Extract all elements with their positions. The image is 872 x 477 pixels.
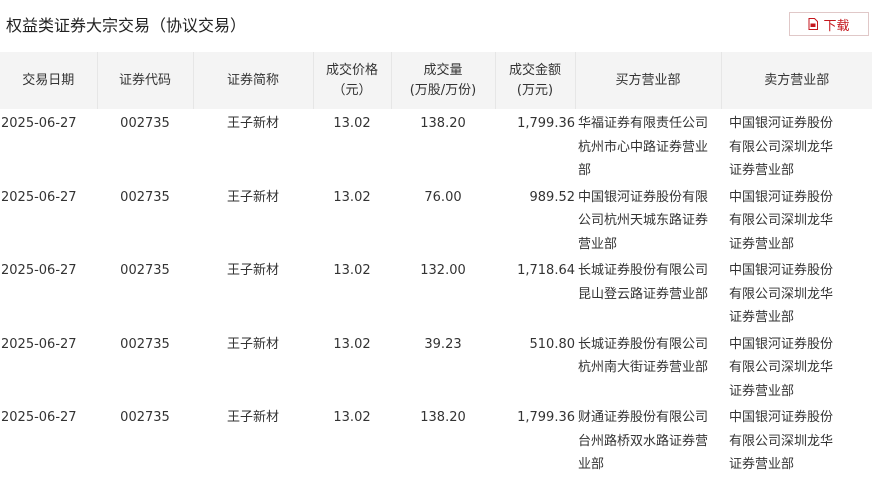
download-label: 下载 (823, 18, 850, 34)
cell-seller: 中国银河证券股份有限公司深圳龙华证券营业部 (729, 263, 834, 325)
cell-code: 002735 (120, 336, 170, 352)
page-title: 权益类证券大宗交易（协议交易） (6, 16, 247, 35)
col-header-volume[interactable]: 成交量 (万股/万份) (391, 52, 496, 109)
cell-name: 王子新材 (226, 410, 279, 425)
cell-name: 王子新材 (226, 189, 279, 205)
table-row: 2025-06-27 002735 王子新材 13.02 138.20 1,79… (0, 109, 872, 183)
cell-code: 002735 (120, 116, 170, 131)
col-header-date[interactable]: 交易日期 (0, 52, 98, 109)
cell-date: 2025-06-27 (1, 189, 77, 205)
cell-buyer: 中国银河证券股份有限公司杭州天城东路证券营业部 (578, 189, 709, 252)
cell-amount: 1,799.36 (517, 410, 575, 425)
pdf-download-icon (808, 18, 819, 30)
table-row: 2025-06-27 002735 王子新材 13.02 39.23 510.8… (0, 330, 872, 404)
cell-price: 13.02 (333, 410, 371, 425)
cell-volume: 138.20 (420, 116, 466, 131)
cell-amount: 510.80 (529, 336, 576, 352)
cell-name: 王子新材 (226, 263, 279, 278)
col-header-seller[interactable]: 卖方营业部 (721, 52, 872, 109)
cell-amount: 1,799.36 (517, 116, 575, 131)
cell-buyer: 长城证券股份有限公司杭州南大街证券营业部 (578, 336, 709, 376)
cell-buyer: 长城证券股份有限公司昆山登云路证券营业部 (578, 263, 709, 302)
cell-date: 2025-06-27 (1, 410, 77, 425)
table-row: 2025-06-27 002735 王子新材 13.02 132.00 1,71… (0, 256, 872, 330)
page-header: 权益类证券大宗交易（协议交易） 下载 (0, 0, 872, 48)
cell-name: 王子新材 (226, 336, 279, 352)
table-header-row: 交易日期 证券代码 证券简称 成交价格 （元） 成交量 (万股/万份) 成交金额 (万… (0, 52, 872, 109)
cell-code: 002735 (120, 410, 170, 425)
cell-code: 002735 (120, 189, 170, 205)
cell-price: 13.02 (333, 189, 371, 205)
cell-date: 2025-06-27 (1, 336, 77, 352)
col-header-buyer[interactable]: 买方营业部 (575, 52, 722, 109)
cell-seller: 中国银河证券股份有限公司深圳龙华证券营业部 (729, 336, 834, 399)
cell-price: 13.02 (333, 116, 371, 131)
cell-price: 13.02 (333, 336, 371, 352)
col-header-name[interactable]: 证券简称 (193, 52, 314, 109)
cell-volume: 138.20 (420, 410, 466, 425)
cell-date: 2025-06-27 (1, 263, 77, 278)
cell-name: 王子新材 (226, 116, 279, 131)
table-row: 2025-06-27 002735 王子新材 13.02 76.00 989.5… (0, 183, 872, 257)
col-header-price[interactable]: 成交价格 （元） (313, 52, 392, 109)
col-header-code[interactable]: 证券代码 (97, 52, 194, 109)
cell-buyer: 华福证券有限责任公司杭州市心中路证券营业部 (578, 116, 709, 178)
cell-seller: 中国银河证券股份有限公司深圳龙华证券营业部 (729, 189, 834, 252)
cell-price: 13.02 (333, 263, 371, 278)
cell-volume: 39.23 (424, 336, 462, 352)
block-trade-table: 交易日期 证券代码 证券简称 成交价格 （元） 成交量 (万股/万份) 成交金额 (万… (0, 52, 872, 477)
col-header-amount[interactable]: 成交金额 (万元) (495, 52, 576, 109)
cell-volume: 76.00 (424, 189, 462, 205)
cell-date: 2025-06-27 (1, 116, 77, 131)
cell-volume: 132.00 (420, 263, 466, 278)
cell-amount: 989.52 (529, 189, 576, 205)
cell-code: 002735 (120, 263, 170, 278)
cell-amount: 1,718.64 (517, 263, 575, 278)
download-button[interactable]: 下载 (789, 12, 869, 36)
cell-seller: 中国银河证券股份有限公司深圳龙华证券营业部 (729, 410, 834, 472)
cell-buyer: 财通证券股份有限公司台州路桥双水路证券营业部 (578, 410, 709, 472)
cell-seller: 中国银河证券股份有限公司深圳龙华证券营业部 (729, 116, 834, 178)
table-row: 2025-06-27 002735 王子新材 13.02 138.20 1,79… (0, 403, 872, 477)
